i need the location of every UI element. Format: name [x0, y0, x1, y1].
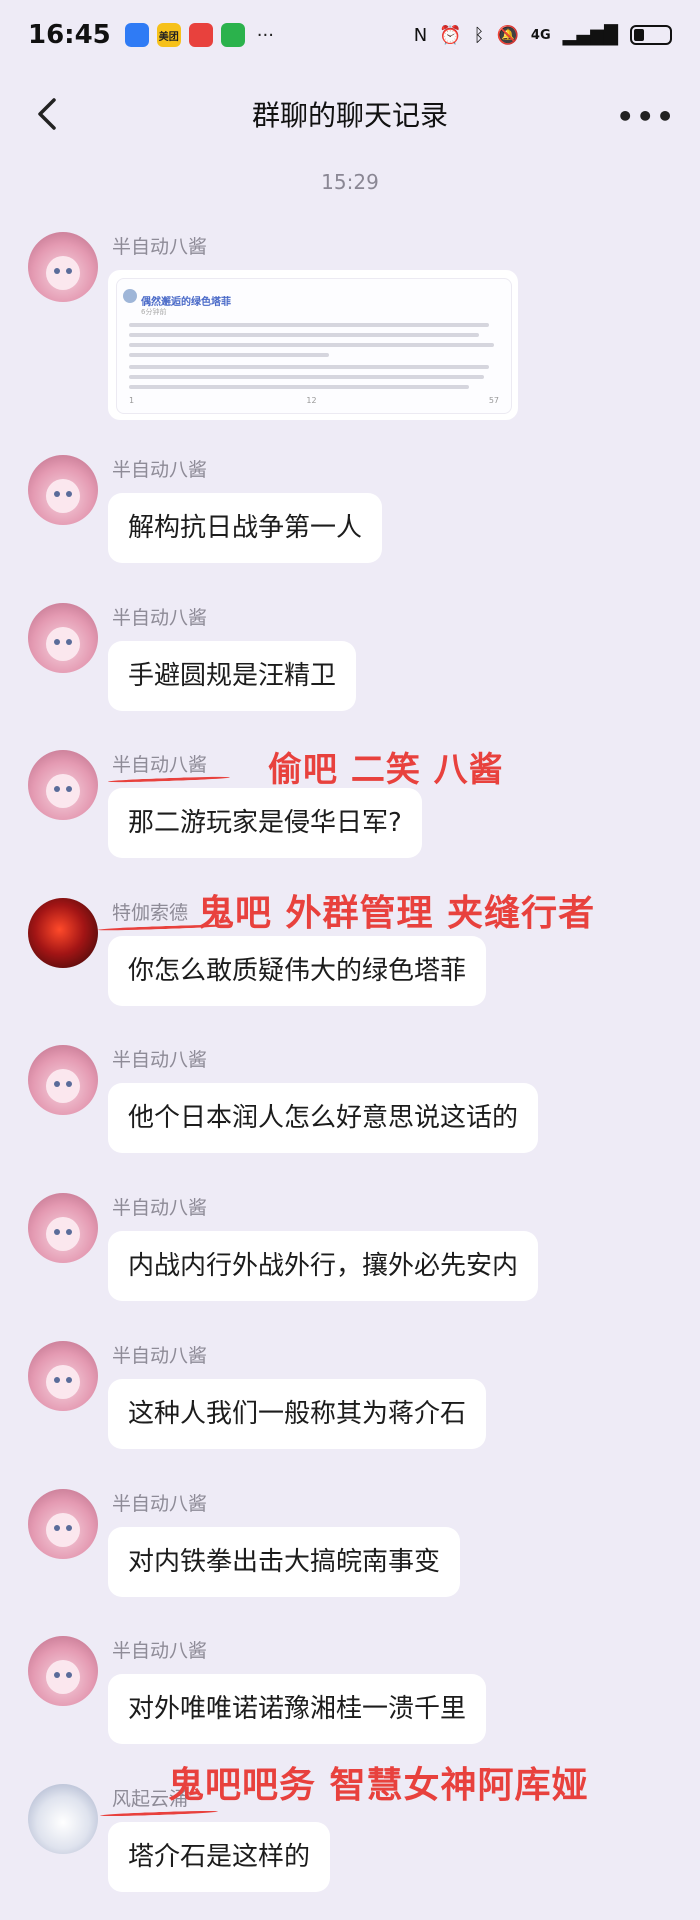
status-indicators: N ⏰ ᛒ 🔕 4G ▂▄▆█ [414, 25, 672, 46]
card-share-count: 57 [488, 396, 499, 405]
message-bubble[interactable]: 塔介石是这样的 [108, 1822, 331, 1892]
sender-name: 特伽索德 [112, 902, 189, 924]
blue-app-icon [124, 23, 149, 47]
mute-icon: 🔕 [496, 24, 519, 46]
message-bubble[interactable]: 你怎么敢质疑伟大的绿色塔菲 [108, 936, 487, 1006]
signal-icon: ▂▄▆█ [562, 24, 618, 46]
message-bubble[interactable]: 他个日本润人怎么好意思说这话的 [108, 1083, 539, 1153]
card-text-line [129, 333, 479, 337]
card-like-count: 1 [129, 396, 135, 405]
annotation-text: 鬼吧吧务 智慧女神阿库娅 [168, 1765, 589, 1806]
sender-name: 半自动八酱 [112, 607, 208, 629]
meituan-app-icon: 美团 [156, 23, 181, 47]
back-button[interactable] [28, 92, 68, 136]
more-options-button[interactable]: ••• [616, 100, 676, 133]
chevron-left-icon [38, 98, 56, 130]
message-bubble[interactable]: 那二游玩家是侵华日军? [108, 788, 422, 858]
wechat-app-icon [220, 23, 245, 47]
card-avatar-icon [123, 289, 137, 303]
nfc-icon: N [413, 24, 428, 46]
status-bar: 16:45 美团 ··· N ⏰ ᛒ 🔕 4G ▂▄▆█ [0, 0, 700, 70]
sender-name: 半自动八酱 [112, 1345, 208, 1367]
pink-hair-avatar[interactable] [28, 455, 98, 525]
card-text-line [129, 323, 489, 327]
status-time: 16:45 [28, 20, 111, 50]
network-type: 4G [530, 27, 551, 43]
pink-hair-avatar[interactable] [28, 1489, 98, 1559]
sender-name: 半自动八酱 [112, 236, 208, 258]
battery-icon [630, 25, 672, 45]
card-text-line [129, 353, 329, 357]
screenshot-card: 偶然邂逅的绿色塔菲 6分钟前 1 12 57 [116, 278, 512, 414]
card-time: 6分钟前 [141, 308, 167, 316]
card-comment-count: 12 [306, 396, 317, 405]
status-app-icons: 美团 ··· [124, 23, 274, 47]
message-bubble[interactable]: 对内铁拳出击大搞皖南事变 [108, 1527, 461, 1597]
pink-hair-avatar[interactable] [28, 1341, 98, 1411]
annotation-text: 鬼吧 外群管理 夹缝行者 [198, 893, 596, 934]
sender-name: 半自动八酱 [112, 1049, 208, 1071]
card-text-line [129, 365, 489, 369]
pink-hair-avatar[interactable] [28, 1636, 98, 1706]
sender-name: 半自动八酱 [112, 1640, 208, 1662]
card-text-line [129, 385, 469, 389]
card-title: 偶然邂逅的绿色塔菲 [141, 297, 231, 308]
card-stats: 1 12 57 [129, 396, 499, 405]
nav-bar: 群聊的聊天记录 ••• [0, 70, 700, 158]
pink-hair-avatar[interactable] [28, 232, 98, 302]
status-more-icon: ··· [256, 24, 274, 46]
sender-name: 半自动八酱 [112, 459, 208, 481]
red-avatar[interactable] [28, 898, 98, 968]
message-bubble[interactable]: 解构抗日战争第一人 [108, 493, 383, 563]
sender-name: 半自动八酱 [112, 754, 208, 776]
white-hair-avatar[interactable] [28, 1784, 98, 1854]
annotation-underline [99, 1809, 219, 1818]
pink-hair-avatar[interactable] [28, 750, 98, 820]
message-bubble[interactable]: 对外唯唯诺诺豫湘桂一溃千里 [108, 1674, 487, 1744]
image-message[interactable]: 偶然邂逅的绿色塔菲 6分钟前 1 12 57 [108, 270, 518, 420]
pink-hair-avatar[interactable] [28, 603, 98, 673]
card-text-line [129, 375, 484, 379]
card-text-line [129, 343, 494, 347]
alarm-icon: ⏰ [439, 24, 462, 46]
pink-hair-avatar[interactable] [28, 1193, 98, 1263]
pink-hair-avatar[interactable] [28, 1045, 98, 1115]
sender-name: 半自动八酱 [112, 1197, 208, 1219]
red-app-icon [188, 23, 213, 47]
sender-name: 半自动八酱 [112, 1493, 208, 1515]
page-title: 群聊的聊天记录 [251, 99, 448, 132]
annotation-text: 偷吧 二笑 八酱 [268, 750, 504, 790]
message-bubble[interactable]: 这种人我们一般称其为蒋介石 [108, 1379, 487, 1449]
bluetooth-icon: ᛒ [473, 24, 485, 46]
message-bubble[interactable]: 内战内行外战外行，攘外必先安内 [108, 1231, 539, 1301]
message-bubble[interactable]: 手避圆规是汪精卫 [108, 641, 357, 711]
chat-timestamp: 15:29 [321, 170, 379, 194]
